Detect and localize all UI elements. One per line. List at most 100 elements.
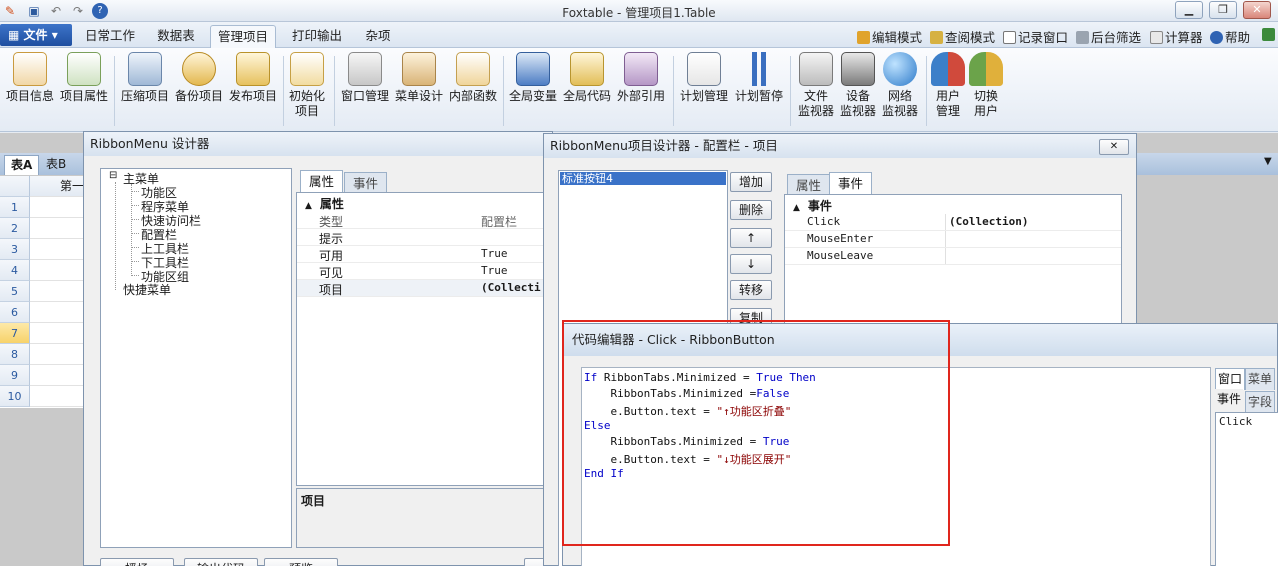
minimize-button[interactable]: ▁ bbox=[1175, 1, 1203, 19]
table-cell[interactable] bbox=[30, 386, 90, 407]
table-cell[interactable] bbox=[30, 197, 90, 218]
row-header[interactable]: 4 bbox=[0, 260, 30, 281]
sheet-tab-a[interactable]: 表A bbox=[4, 155, 40, 175]
row-header[interactable]: 5 bbox=[0, 281, 30, 302]
row-header[interactable]: 10 bbox=[0, 386, 30, 407]
file-menu-button[interactable]: ▦ 文件 ▾ bbox=[0, 24, 72, 46]
project-info-button[interactable]: 项目信息 bbox=[4, 52, 56, 104]
row-header[interactable]: 9 bbox=[0, 365, 30, 386]
property-row[interactable]: 类型 配置栏 bbox=[297, 212, 553, 229]
tab-manage-project[interactable]: 管理项目 bbox=[210, 25, 276, 48]
people-icon[interactable] bbox=[1262, 27, 1277, 42]
user-manage-button[interactable]: 用户 管理 bbox=[928, 52, 968, 119]
tree-root-shortcut-menu[interactable]: 快捷菜单 bbox=[123, 281, 171, 298]
tab-properties[interactable]: 属性 bbox=[787, 174, 831, 194]
sheet-tab-b[interactable]: 表B bbox=[40, 155, 72, 175]
publish-project-button[interactable]: 发布项目 bbox=[227, 52, 279, 104]
move-down-button[interactable]: ↓ bbox=[730, 254, 772, 274]
switch-user-button[interactable]: 切换 用户 bbox=[966, 52, 1006, 119]
list-item[interactable]: 标准按钮4 bbox=[560, 172, 726, 185]
tree-expander-icon[interactable]: ⊟ bbox=[109, 170, 117, 181]
tab-misc[interactable]: 杂项 bbox=[356, 25, 400, 48]
side-tab-menu[interactable]: 菜单 bbox=[1245, 368, 1276, 390]
global-code-button[interactable]: 全局代码 bbox=[561, 52, 613, 104]
property-row[interactable]: 项目 (Collecti bbox=[297, 280, 553, 297]
close-button[interactable]: ✕ bbox=[1243, 1, 1271, 19]
background-filter-button[interactable]: 后台筛选 bbox=[1076, 27, 1141, 46]
row-header[interactable]: 8 bbox=[0, 344, 30, 365]
property-row[interactable]: 提示 bbox=[297, 229, 553, 246]
property-row[interactable]: 可用 True bbox=[297, 246, 553, 263]
property-value[interactable]: True bbox=[481, 264, 508, 277]
property-row[interactable]: 可见 True bbox=[297, 263, 553, 280]
export-code-button[interactable]: 输出代码 bbox=[184, 558, 258, 566]
side-tab-events[interactable]: 事件 bbox=[1215, 389, 1244, 411]
window-manage-button[interactable]: 窗口管理 bbox=[339, 52, 391, 104]
network-monitor-button[interactable]: 网络 监视器 bbox=[878, 52, 922, 119]
row-header[interactable]: 3 bbox=[0, 239, 30, 260]
table-cell[interactable] bbox=[30, 344, 90, 365]
restore-button[interactable]: ❐ bbox=[1209, 1, 1237, 19]
code-textarea[interactable]: If RibbonTabs.Minimized = True Then Ribb… bbox=[581, 367, 1211, 566]
property-value[interactable]: (Collecti bbox=[481, 281, 541, 294]
chevron-down-icon[interactable]: ▼ bbox=[1264, 156, 1272, 167]
event-group-header: ▲ 事件 bbox=[785, 197, 1121, 214]
side-tab-window[interactable]: 窗口 bbox=[1215, 368, 1246, 390]
tab-print-output[interactable]: 打印输出 bbox=[284, 25, 350, 48]
record-window-button[interactable]: 记录窗口 bbox=[1003, 27, 1068, 46]
compress-project-button[interactable]: 压缩项目 bbox=[119, 52, 171, 104]
side-tab-fields[interactable]: 字段 bbox=[1245, 391, 1276, 413]
collapse-icon[interactable]: ▲ bbox=[305, 201, 312, 211]
row-header[interactable]: 1 bbox=[0, 197, 30, 218]
internal-func-button[interactable]: 内部函数 bbox=[447, 52, 499, 104]
add-button[interactable]: 增加 bbox=[730, 172, 772, 192]
row-header[interactable]: 7 bbox=[0, 323, 30, 344]
tab-properties[interactable]: 属性 bbox=[300, 170, 344, 192]
transfer-button[interactable]: 转移 bbox=[730, 280, 772, 300]
edit-mode-button[interactable]: 编辑模式 bbox=[857, 27, 922, 46]
event-row[interactable]: Click (Collection) bbox=[785, 214, 1121, 231]
project-props-button[interactable]: 项目属性 bbox=[58, 52, 110, 104]
tab-data-tables[interactable]: 数据表 bbox=[148, 25, 204, 48]
tab-daily-work[interactable]: 日常工作 bbox=[78, 25, 142, 48]
event-list-item[interactable]: Click bbox=[1219, 415, 1252, 428]
row-header[interactable]: 2 bbox=[0, 218, 30, 239]
column-header[interactable]: 第一 bbox=[30, 176, 90, 197]
event-list[interactable]: Click bbox=[1215, 412, 1278, 566]
dialog-close-button[interactable]: ✕ bbox=[1099, 139, 1129, 155]
help-button[interactable]: 帮助 bbox=[1210, 27, 1250, 46]
table-cell[interactable] bbox=[30, 365, 90, 386]
external-ref-button[interactable]: 外部引用 bbox=[615, 52, 667, 104]
table-cell[interactable] bbox=[30, 281, 90, 302]
menu-design-button[interactable]: 菜单设计 bbox=[393, 52, 445, 104]
row-header[interactable]: 6 bbox=[0, 302, 30, 323]
menu-tree[interactable]: ⊟ 主菜单 功能区 程序菜单 快速访问栏 配置栏 上工具栏 下工具栏 功能区组 快捷菜单 bbox=[100, 168, 292, 548]
property-value[interactable]: True bbox=[481, 247, 508, 260]
event-row[interactable]: MouseLeave bbox=[785, 248, 1121, 265]
event-value[interactable]: (Collection) bbox=[949, 215, 1028, 228]
collapse-icon[interactable]: ▲ bbox=[793, 203, 800, 213]
table-cell[interactable] bbox=[30, 302, 90, 323]
read-mode-button[interactable]: 查阅模式 bbox=[930, 27, 995, 46]
move-up-button[interactable]: ↑ bbox=[730, 228, 772, 248]
file-monitor-button[interactable]: 文件 监视器 bbox=[794, 52, 838, 119]
global-var-button[interactable]: 全局变量 bbox=[507, 52, 559, 104]
table-cell[interactable] bbox=[30, 260, 90, 281]
tab-events[interactable]: 事件 bbox=[829, 172, 873, 194]
table-cell[interactable] bbox=[30, 218, 90, 239]
table-cell[interactable] bbox=[30, 323, 90, 344]
event-row[interactable]: MouseEnter bbox=[785, 231, 1121, 248]
delete-button[interactable]: 删除 bbox=[730, 200, 772, 220]
init-project-button[interactable]: 初始化 项目 bbox=[286, 52, 328, 119]
calculator-button[interactable]: 计算器 bbox=[1150, 27, 1203, 46]
tab-events[interactable]: 事件 bbox=[344, 172, 388, 192]
table-cell[interactable] bbox=[30, 239, 90, 260]
schedule-pause-button[interactable]: 计划暂停 bbox=[733, 52, 785, 104]
backup-project-button[interactable]: 备份项目 bbox=[173, 52, 225, 104]
device-monitor-button[interactable]: 设备 监视器 bbox=[836, 52, 880, 119]
preview-button[interactable]: 预览 bbox=[264, 558, 338, 566]
schedule-manage-button[interactable]: 计划管理 bbox=[677, 52, 731, 104]
corner-cell[interactable] bbox=[0, 176, 30, 197]
property-value[interactable]: 配置栏 bbox=[481, 213, 517, 230]
insert-button[interactable]: 播场 bbox=[100, 558, 174, 566]
